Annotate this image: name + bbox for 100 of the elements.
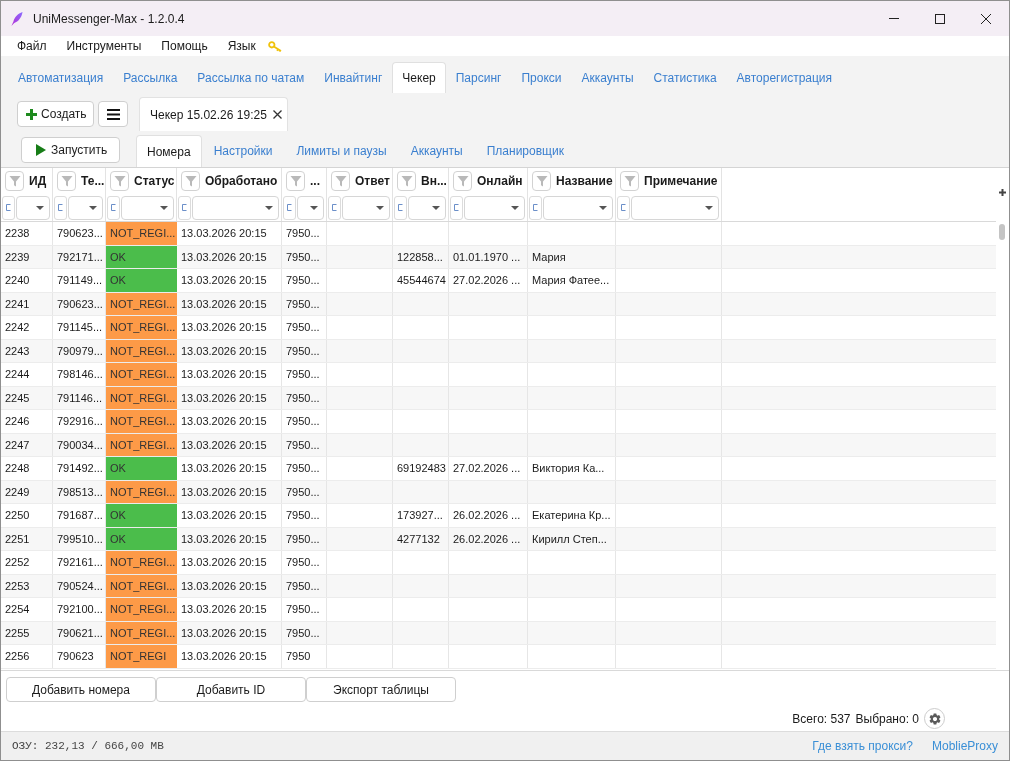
filter-mode-button[interactable] bbox=[2, 195, 15, 220]
table-cell-text: 13.03.2026 20:15 bbox=[181, 625, 267, 641]
filter-mode-button[interactable] bbox=[450, 195, 463, 220]
document-tab[interactable]: Чекер 15.02.26 19:25 bbox=[139, 97, 288, 131]
filter-button[interactable] bbox=[286, 171, 305, 191]
action-button[interactable]: Добавить ID bbox=[156, 677, 306, 702]
filter-button[interactable] bbox=[532, 171, 551, 191]
filter-button[interactable] bbox=[453, 171, 472, 191]
main-tab[interactable]: Статистика bbox=[643, 62, 727, 93]
bracket-icon bbox=[533, 204, 538, 211]
filter-mode-button[interactable] bbox=[394, 195, 407, 220]
caret-down-icon bbox=[705, 205, 713, 210]
filter-dropdown[interactable] bbox=[342, 195, 390, 220]
table-cell-text: 13.03.2026 20:15 bbox=[181, 578, 267, 594]
minimize-icon bbox=[889, 18, 899, 19]
table-cell-text: 791146... bbox=[57, 390, 103, 406]
table-cell-text: 13.03.2026 20:15 bbox=[181, 437, 267, 453]
main-tab[interactable]: Рассылка по чатам bbox=[187, 62, 315, 93]
filter-mode-button[interactable] bbox=[283, 195, 296, 220]
table-cell-text: Виктория Ка... bbox=[532, 461, 605, 476]
create-button[interactable]: Создать bbox=[17, 101, 94, 127]
menu-button[interactable] bbox=[98, 101, 128, 127]
filter-dropdown[interactable] bbox=[121, 195, 174, 220]
sub-tab[interactable]: Номера bbox=[136, 135, 202, 167]
bracket-icon bbox=[454, 204, 459, 211]
menu-item[interactable]: Файл bbox=[7, 37, 57, 55]
filter-dropdown[interactable] bbox=[68, 195, 103, 220]
table-cell-text: 13.03.2026 20:15 bbox=[181, 461, 267, 476]
sub-tab[interactable]: Аккаунты bbox=[398, 135, 475, 167]
table-cell-text: 7950... bbox=[286, 273, 320, 288]
main-tab[interactable]: Парсинг bbox=[445, 62, 512, 93]
table-cell-text: 791149... bbox=[57, 273, 103, 288]
filter-dropdown[interactable] bbox=[631, 195, 719, 220]
filter-button[interactable] bbox=[331, 171, 350, 191]
column-header: Статус bbox=[134, 173, 175, 190]
action-button[interactable]: Экспорт таблицы bbox=[306, 677, 456, 702]
main-tab[interactable]: Рассылка bbox=[113, 62, 188, 93]
filter-dropdown[interactable] bbox=[464, 195, 525, 220]
table-cell-text: 2247 bbox=[5, 437, 30, 453]
filter-dropdown[interactable] bbox=[192, 195, 279, 220]
filter-button[interactable] bbox=[620, 171, 639, 191]
column-header: ИД bbox=[29, 173, 47, 190]
table-cell-text: 7950... bbox=[286, 578, 320, 594]
run-button[interactable]: Запустить bbox=[21, 137, 120, 163]
main-tab[interactable]: Инвайтинг bbox=[314, 62, 393, 93]
menu-item[interactable]: Помощь bbox=[151, 37, 218, 55]
status-link[interactable]: Где взять прокси? bbox=[812, 737, 913, 755]
filter-dropdown[interactable] bbox=[543, 195, 613, 220]
plus-icon bbox=[26, 108, 37, 120]
table-cell-text: 13.03.2026 20:15 bbox=[181, 343, 267, 359]
action-button[interactable]: Добавить номера bbox=[6, 677, 156, 702]
settings-icon[interactable] bbox=[924, 708, 945, 729]
main-tab[interactable]: Аккаунты bbox=[571, 62, 644, 93]
table-cell-text: 13.03.2026 20:15 bbox=[181, 555, 267, 570]
status-link[interactable]: MoblieProxy bbox=[931, 737, 998, 755]
main-tab[interactable]: Чекер bbox=[392, 62, 446, 93]
filter-dropdown[interactable] bbox=[297, 195, 324, 220]
filter-mode-button[interactable] bbox=[617, 195, 630, 220]
main-tab[interactable]: Прокси bbox=[511, 62, 572, 93]
filter-dropdown[interactable] bbox=[16, 195, 50, 220]
filter-mode-button[interactable] bbox=[178, 195, 191, 220]
table-cell-text: 7950... bbox=[286, 437, 320, 453]
menu-item[interactable]: Язык bbox=[217, 37, 266, 55]
filter-button[interactable] bbox=[5, 171, 24, 191]
table-cell-text: 792100... bbox=[57, 602, 103, 617]
sub-tab[interactable]: Настройки bbox=[201, 135, 285, 167]
filter-button[interactable] bbox=[181, 171, 200, 191]
menu-item[interactable]: Инструменты bbox=[56, 37, 152, 55]
table-cell-text: 13.03.2026 20:15 bbox=[181, 273, 267, 288]
bracket-icon bbox=[621, 204, 626, 211]
sub-tab[interactable]: Лимиты и паузы bbox=[284, 135, 399, 167]
table-cell-text: 7950... bbox=[286, 226, 320, 241]
filter-button[interactable] bbox=[57, 171, 76, 191]
filter-mode-button[interactable] bbox=[54, 195, 67, 220]
filter-button[interactable] bbox=[110, 171, 129, 191]
main-tab[interactable]: Автоматизация bbox=[8, 62, 114, 93]
plus-icon[interactable] bbox=[999, 189, 1006, 196]
close-icon[interactable] bbox=[272, 110, 282, 119]
bracket-icon bbox=[58, 204, 63, 211]
filter-mode-button[interactable] bbox=[107, 195, 120, 220]
key-icon[interactable] bbox=[267, 40, 282, 52]
filter-dropdown[interactable] bbox=[408, 195, 446, 220]
filter-button[interactable] bbox=[397, 171, 416, 191]
scrollbar-thumb[interactable] bbox=[999, 224, 1005, 240]
selected-count: Выбрано: 0 bbox=[855, 710, 919, 728]
sub-tab[interactable]: Планировщик bbox=[474, 135, 576, 167]
table-cell-text: Мария Фатее... bbox=[532, 273, 610, 288]
table-cell-text: 2240 bbox=[5, 273, 30, 288]
table-cell-text: 13.03.2026 20:15 bbox=[181, 367, 267, 382]
column-header: Онлайн bbox=[477, 173, 523, 190]
status-cell: OK bbox=[106, 527, 177, 550]
table-cell-text: 7950 bbox=[286, 649, 311, 664]
funnel-icon bbox=[456, 175, 469, 187]
status-cell: NOT_REGI... bbox=[106, 339, 177, 362]
filter-mode-button[interactable] bbox=[328, 195, 341, 220]
table-cell-text: 792161... bbox=[57, 555, 103, 570]
maximize-icon bbox=[935, 13, 945, 24]
filter-mode-button[interactable] bbox=[529, 195, 542, 220]
main-tab[interactable]: Авторегистрация bbox=[726, 62, 843, 93]
status-cell: NOT_REGI... bbox=[106, 222, 177, 245]
